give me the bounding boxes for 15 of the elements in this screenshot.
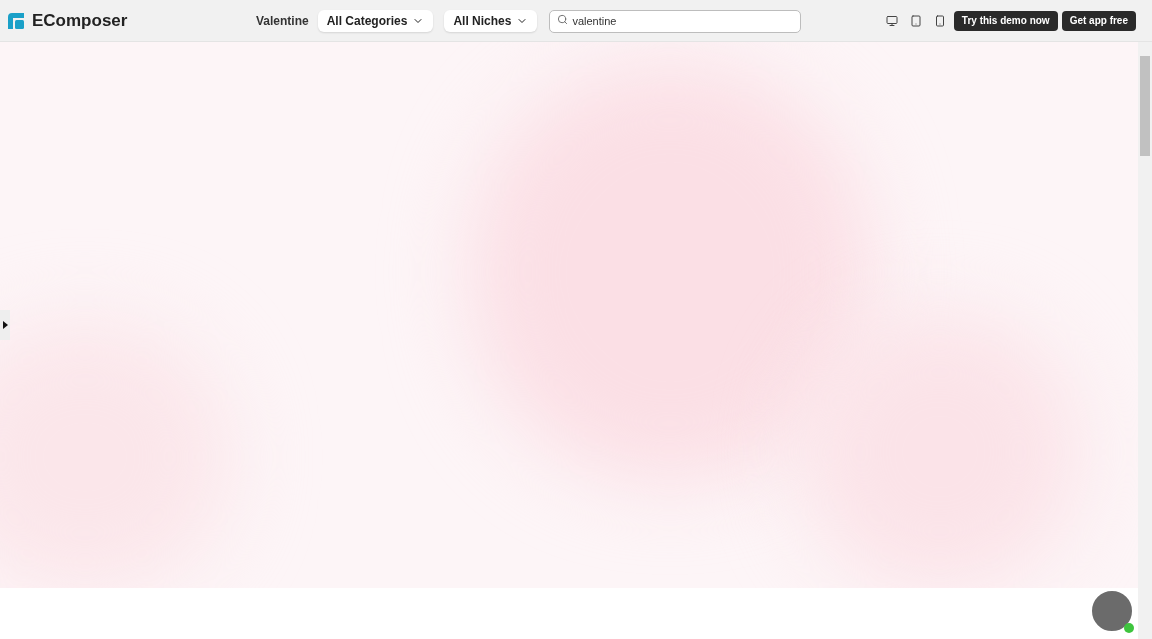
filter-dropdown[interactable]: All Niches	[444, 9, 538, 32]
chat-avatar[interactable]	[1090, 589, 1134, 633]
search-field[interactable]: valentine	[549, 9, 802, 33]
get-app-button[interactable]: Get app free	[1061, 10, 1136, 31]
caret-icon	[2, 321, 8, 329]
brand-name: EComposer	[32, 9, 128, 32]
mobile-view-icon[interactable]	[933, 14, 946, 27]
search-icon	[557, 14, 569, 26]
demo-button[interactable]: Try this demo now	[953, 10, 1058, 31]
side-panel-toggle[interactable]	[0, 310, 10, 340]
collection-label: Valentine	[256, 12, 309, 30]
logo-icon	[6, 10, 26, 31]
filter-dropdown[interactable]: All Categories	[317, 9, 434, 32]
tablet-view-icon[interactable]	[909, 14, 922, 27]
desktop-view-icon[interactable]	[885, 14, 898, 27]
